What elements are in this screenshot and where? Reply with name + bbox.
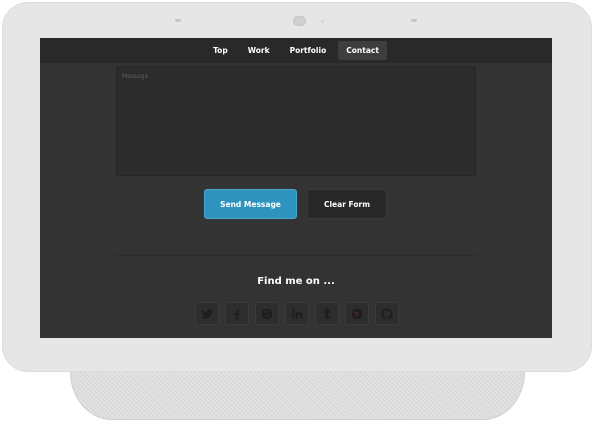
nav-item-contact[interactable]: Contact [338, 41, 387, 60]
screen: Top Work Portfolio Contact Send Message … [40, 38, 552, 338]
nav-item-top[interactable]: Top [205, 41, 236, 60]
send-message-button[interactable]: Send Message [204, 189, 297, 219]
status-light [321, 20, 324, 23]
linkedin-icon[interactable] [285, 302, 309, 325]
google-plus-icon[interactable] [345, 302, 369, 325]
message-field[interactable] [116, 66, 476, 176]
facebook-icon[interactable] [225, 302, 249, 325]
camera [293, 16, 306, 26]
tumblr-icon[interactable] [315, 302, 339, 325]
social-heading: Find me on ... [257, 276, 335, 287]
navbar: Top Work Portfolio Contact [40, 38, 552, 63]
nav-item-work[interactable]: Work [240, 41, 278, 60]
nav-item-portfolio[interactable]: Portfolio [282, 41, 335, 60]
github-icon[interactable] [375, 302, 399, 325]
speaker-base [70, 368, 525, 420]
stumbleupon-icon[interactable] [255, 302, 279, 325]
twitter-icon[interactable] [195, 302, 219, 325]
social-links [195, 302, 399, 325]
light-sensor [175, 19, 181, 22]
light-sensor [411, 19, 417, 22]
divider [116, 255, 476, 256]
clear-form-button[interactable]: Clear Form [307, 189, 387, 219]
